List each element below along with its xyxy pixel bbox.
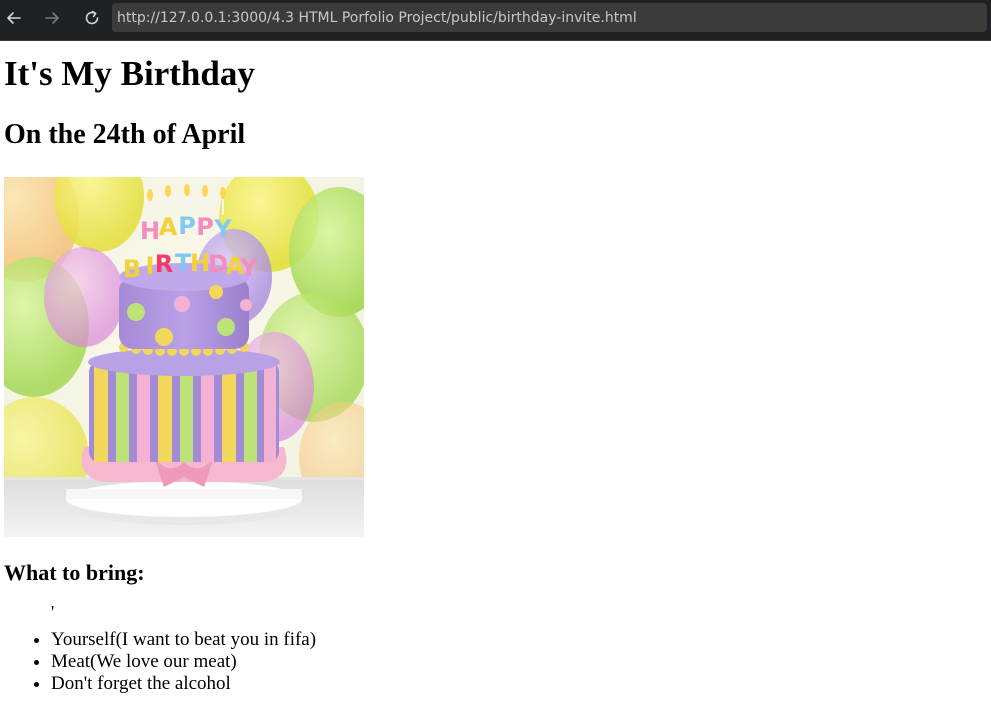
forward-button[interactable] <box>38 6 66 30</box>
page-title: It's My Birthday <box>4 54 255 93</box>
svg-text:P: P <box>196 213 214 241</box>
list-item: Don't forget the alcohol <box>51 673 316 695</box>
svg-text:A: A <box>159 213 178 241</box>
svg-text:H: H <box>190 249 210 277</box>
svg-text:P: P <box>178 212 196 240</box>
svg-text:Y: Y <box>239 254 258 282</box>
birthday-cake-image: H A P P Y B I R T H D A Y <box>4 177 364 537</box>
svg-text:Y: Y <box>213 215 232 243</box>
cake-illustration: H A P P Y B I R T H D A Y <box>4 177 364 537</box>
address-bar[interactable]: http://127.0.0.1:3000/4.3 HTML Porfolio … <box>112 3 987 32</box>
arrow-left-icon <box>7 12 21 24</box>
bring-heading: What to bring: <box>4 560 145 585</box>
arrow-right-icon <box>45 12 59 24</box>
reload-button[interactable] <box>78 6 106 30</box>
browser-toolbar: http://127.0.0.1:3000/4.3 HTML Porfolio … <box>0 0 991 41</box>
url-text: http://127.0.0.1:3000/4.3 HTML Porfolio … <box>117 9 637 26</box>
svg-text:I: I <box>146 252 155 280</box>
reload-icon <box>85 10 99 25</box>
event-date: On the 24th of April <box>4 119 246 150</box>
svg-text:B: B <box>123 255 141 283</box>
list-item: Meat(We love our meat) <box>51 651 316 673</box>
stray-character: ' <box>51 602 55 622</box>
svg-text:H: H <box>140 217 160 245</box>
back-button[interactable] <box>0 6 28 30</box>
svg-text:R: R <box>155 250 173 278</box>
list-item: Yourself(I want to beat you in fifa) <box>51 629 316 651</box>
page-content: It's My Birthday On the 24th of April H … <box>0 41 991 711</box>
bring-list: Yourself(I want to beat you in fifa) Mea… <box>0 629 316 695</box>
